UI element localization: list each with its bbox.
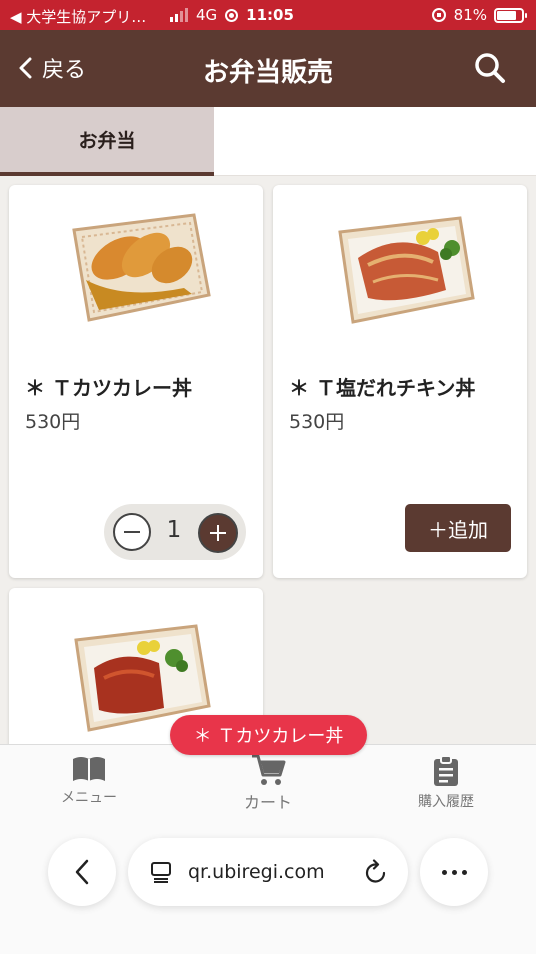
quantity-stepper: 1 (104, 504, 246, 560)
salt-chicken-bowl-image (338, 216, 475, 324)
cart-added-toast[interactable]: ＊ Ｔカツカレー丼 (170, 715, 367, 755)
browser-back-button[interactable] (48, 838, 116, 906)
product-card[interactable]: ＊ Ｔ塩だれチキン丼 530円 ＋追加 (273, 185, 527, 578)
network-label: 4G (196, 6, 218, 24)
quantity-value: 1 (166, 517, 182, 543)
add-to-cart-button[interactable]: ＋追加 (405, 504, 511, 552)
nav-menu-label: メニュー (61, 790, 117, 806)
nav-cart-label: カート (243, 793, 292, 812)
dot (441, 869, 447, 875)
recording-icon (225, 8, 239, 22)
return-app-label: ◀ 大学生協アプリ… (10, 8, 147, 26)
product-name: ＊ Ｔカツカレー丼 (25, 376, 192, 400)
search-button[interactable] (474, 52, 506, 88)
reader-icon (151, 862, 171, 883)
nav-cart[interactable]: カート (208, 753, 328, 813)
status-bar: ◀ 大学生協アプリ… 4G 11:05 81% (0, 0, 536, 30)
back-label: 戻る (42, 58, 87, 83)
battery-percent: 81% (453, 6, 487, 24)
katsu-curry-bowl-image (72, 213, 211, 322)
app-header: 戻る お弁当販売 (0, 30, 536, 107)
back-button[interactable]: 戻る (18, 52, 86, 84)
clipboard-icon (434, 755, 458, 786)
search-icon (475, 53, 505, 83)
product-price: 530円 (25, 411, 81, 433)
battery-icon (494, 7, 527, 23)
increase-quantity-button[interactable] (198, 513, 238, 553)
reload-icon (365, 859, 386, 883)
nav-menu[interactable]: メニュー (29, 755, 149, 807)
orientation-lock-icon (431, 8, 446, 22)
dot (461, 869, 467, 875)
dot (451, 869, 457, 875)
chevron-left-icon (19, 57, 32, 79)
address-bar[interactable]: qr.ubiregi.com (128, 838, 408, 906)
reload-button[interactable] (364, 859, 388, 889)
signal-icon (170, 8, 188, 22)
decrease-quantity-button[interactable] (113, 513, 151, 551)
tab-bento[interactable]: お弁当 (0, 107, 214, 176)
nav-history-label: 購入履歴 (418, 794, 474, 810)
url-text: qr.ubiregi.com (188, 861, 325, 883)
product-price: 530円 (289, 411, 345, 433)
more-options-button[interactable] (420, 838, 488, 906)
return-to-app[interactable]: ◀ 大学生協アプリ… (10, 6, 146, 27)
book-icon (73, 757, 105, 781)
product-card[interactable]: ＊ Ｔカツカレー丼 530円 1 (9, 185, 263, 578)
clock: 11:05 (246, 6, 294, 24)
nav-purchase-history[interactable]: 購入履歴 (386, 755, 506, 811)
product-name: ＊ Ｔ塩だれチキン丼 (289, 376, 476, 400)
chevron-left-icon (75, 859, 89, 885)
cart-icon (252, 754, 286, 785)
category-tabs: お弁当 (0, 107, 536, 176)
